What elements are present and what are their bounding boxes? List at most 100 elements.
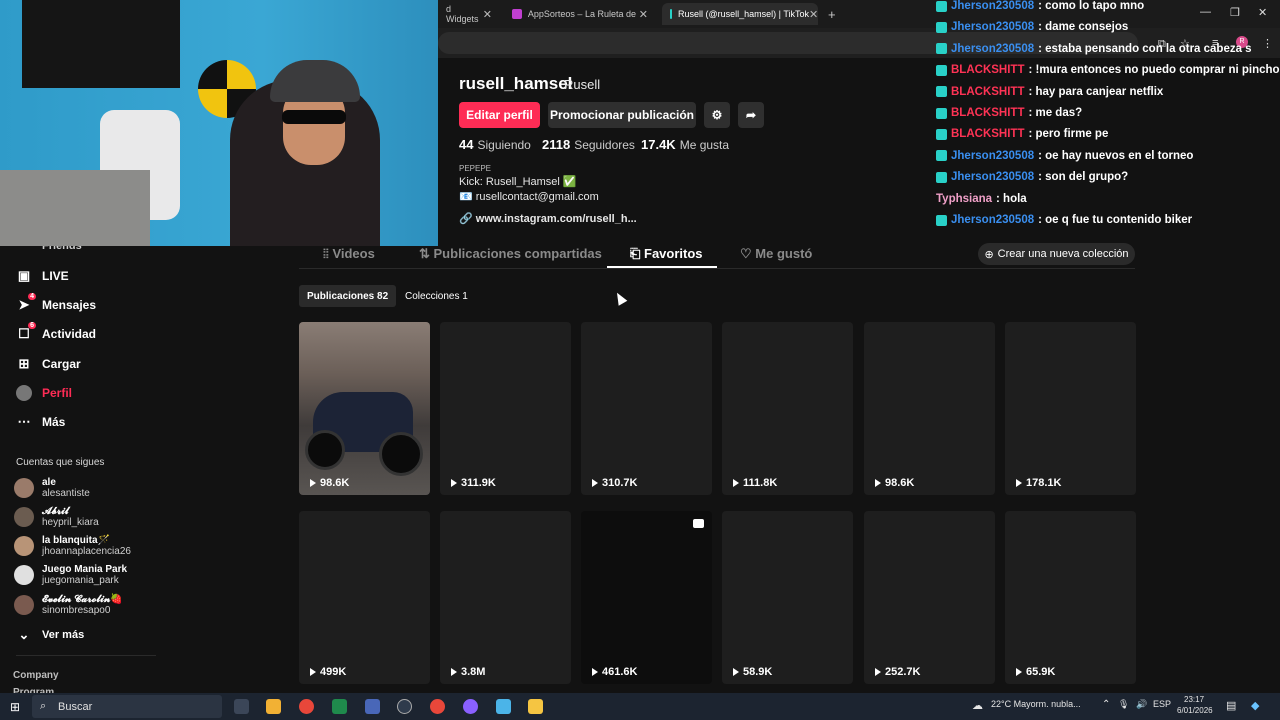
video-card[interactable]: 311.9K [440, 322, 571, 495]
new-tab-button[interactable]: + [820, 3, 840, 25]
create-collection-button[interactable]: ⊕ Crear una nueva colección [978, 243, 1135, 265]
windows-start-icon[interactable]: ⊞ [10, 700, 20, 714]
video-card[interactable]: 65.9K [1005, 511, 1136, 684]
account-handle: jhoannaplacencia26 [42, 546, 131, 557]
play-icon [733, 668, 739, 676]
windows-taskbar: ⊞ ⌕ Buscar ☁ 22°C Mayorm. nubla... ⌃ 🎙 🔊… [0, 693, 1280, 720]
video-card[interactable]: 310.7K [581, 322, 712, 495]
sidebar-item-messages[interactable]: ➤ 4 Mensajes [16, 293, 97, 313]
copilot-icon[interactable]: ◆ [1251, 699, 1259, 712]
kick-badge-icon [936, 64, 947, 76]
browser-tab[interactable]: AppSorteos – La Ruleta de la S ✕ [504, 3, 656, 25]
close-icon[interactable]: ✕ [809, 8, 818, 21]
video-card[interactable]: 111.8K [722, 322, 853, 495]
task-view-icon[interactable] [234, 699, 249, 714]
bio-link[interactable]: 🔗 www.instagram.com/rusell_h... [459, 212, 637, 225]
clock-time[interactable]: 23:17 [1184, 695, 1204, 704]
plus-icon: + [828, 6, 836, 22]
clock-date[interactable]: 6/01/2026 [1177, 706, 1213, 715]
view-count: 178.1K [1016, 477, 1061, 489]
sidebar-item-activity[interactable]: ☐ 6 Actividad [16, 322, 96, 342]
browser-tab-active[interactable]: Rusell (@rusell_hamsel) | TikTok ✕ [662, 3, 818, 25]
more-icon: ⋯ [17, 414, 31, 429]
account-name: 𝓔𝓿𝓮𝓵𝓲𝓷 𝓒𝓪𝓻𝓸𝓵𝓲𝓷🍓 [42, 594, 123, 605]
app-icon[interactable] [365, 699, 380, 714]
app-icon[interactable] [496, 699, 511, 714]
sidebar-item-more[interactable]: ⋯ Más [16, 414, 66, 430]
sidebar-item-profile[interactable]: Perfil [16, 385, 72, 401]
account-name: ale [42, 477, 56, 488]
settings-gear-icon[interactable]: ⚙ [704, 102, 730, 128]
close-icon[interactable]: ✕ [639, 8, 648, 21]
chat-message: Jherson230508: estaba pensando con la ot… [936, 43, 1252, 55]
discord-icon[interactable] [463, 699, 478, 714]
following-stat[interactable]: 44 Siguiendo [459, 137, 531, 152]
video-card[interactable]: 58.9K [722, 511, 853, 684]
obs-icon[interactable] [397, 699, 412, 714]
video-card[interactable]: 499K [299, 511, 430, 684]
view-count-text: 461.6K [602, 666, 638, 678]
see-more-label: Ver más [42, 629, 85, 641]
language-indicator[interactable]: ESP [1153, 699, 1171, 709]
tab-favorites[interactable]: ⎗ Favoritos [630, 246, 703, 262]
followers-stat[interactable]: 2118 Seguidores [542, 137, 635, 152]
video-card[interactable]: 98.6K [299, 322, 430, 495]
followed-account[interactable]: 𝓐𝓫𝓻𝓲𝓵 heypril_kiara [14, 506, 99, 528]
promote-post-button[interactable]: Promocionar publicación [548, 102, 696, 128]
following-section-title: Cuentas que sigues [16, 457, 105, 468]
repost-icon: ⇅ [419, 246, 434, 261]
chevron-up-icon[interactable]: ⌃ [1102, 699, 1110, 710]
messages-icon: ➤ 4 [18, 293, 36, 312]
tab-videos[interactable]: ⦙⦙ Videos [323, 246, 375, 262]
microphone-icon[interactable]: 🎙 [1118, 699, 1129, 710]
video-card[interactable]: 3.8M [440, 511, 571, 684]
taskbar-search[interactable]: ⌕ Buscar [32, 695, 222, 718]
photo-carousel-icon [693, 519, 704, 528]
share-icon[interactable]: ➦ [738, 102, 764, 128]
tab-liked[interactable]: ♡ Me gustó [740, 246, 812, 262]
footer-company-link[interactable]: Company [13, 670, 59, 681]
followed-account[interactable]: Juego Mania Park juegomania_park [14, 564, 127, 586]
chat-username: Jherson230508 [951, 149, 1035, 162]
volume-icon[interactable]: 🔊 [1136, 699, 1147, 710]
weather-text[interactable]: 22°C Mayorm. nubla... [991, 699, 1081, 709]
tab-reposts[interactable]: ⇅ Publicaciones compartidas [419, 246, 602, 262]
video-card[interactable]: 461.6K [581, 511, 712, 684]
sidebar-item-upload[interactable]: ⊞ Cargar [16, 356, 81, 372]
chrome-active-icon[interactable] [430, 699, 445, 714]
followed-account[interactable]: ale alesantiste [14, 477, 90, 499]
subtab-collections[interactable]: Colecciones 1 [397, 285, 476, 307]
chat-text: : estaba pensando con la otra cabeza s [1038, 42, 1252, 55]
see-more-button[interactable]: ⌄ Ver más [16, 627, 85, 643]
live-icon: ▣ [17, 268, 31, 283]
edit-profile-button[interactable]: Editar perfil [459, 102, 540, 128]
sidebar-item-label: Mensajes [42, 298, 97, 312]
browser-tab[interactable]: d Widgets ✕ [438, 3, 500, 25]
view-count-text: 311.9K [461, 477, 496, 489]
microsoft-store-icon[interactable] [266, 699, 281, 714]
play-icon [733, 479, 739, 487]
file-explorer-icon[interactable] [528, 699, 543, 714]
profile-avatar [16, 385, 32, 401]
sidebar-item-label: Cargar [42, 357, 81, 371]
view-count-text: 499K [320, 666, 347, 678]
kick-badge-icon [936, 150, 947, 162]
excel-icon[interactable] [332, 699, 347, 714]
close-icon[interactable]: ✕ [483, 8, 492, 21]
chat-message: Jherson230508: oe q fue tu contenido bik… [936, 214, 1192, 226]
chat-message: Jherson230508: son del grupo? [936, 171, 1128, 183]
notifications-icon[interactable]: ▤ [1226, 699, 1236, 712]
sidebar-item-live[interactable]: ▣ LIVE [16, 268, 69, 284]
video-card[interactable]: 98.6K [864, 322, 995, 495]
video-card[interactable]: 252.7K [864, 511, 995, 684]
chat-text: : pero firme pe [1028, 128, 1109, 141]
following-count: 44 [459, 137, 474, 152]
video-card[interactable]: 178.1K [1005, 322, 1136, 495]
chrome-icon[interactable] [299, 699, 314, 714]
view-count: 98.6K [875, 477, 914, 489]
subtab-posts[interactable]: Publicaciones 82 [299, 285, 397, 307]
notification-badge: 6 [28, 322, 36, 329]
view-count-text: 58.9K [743, 666, 773, 678]
followed-account[interactable]: la blanquita🪄 jhoannaplacencia26 [14, 535, 131, 557]
followed-account[interactable]: 𝓔𝓿𝓮𝓵𝓲𝓷 𝓒𝓪𝓻𝓸𝓵𝓲𝓷🍓 sinombresapo0 [14, 594, 123, 616]
